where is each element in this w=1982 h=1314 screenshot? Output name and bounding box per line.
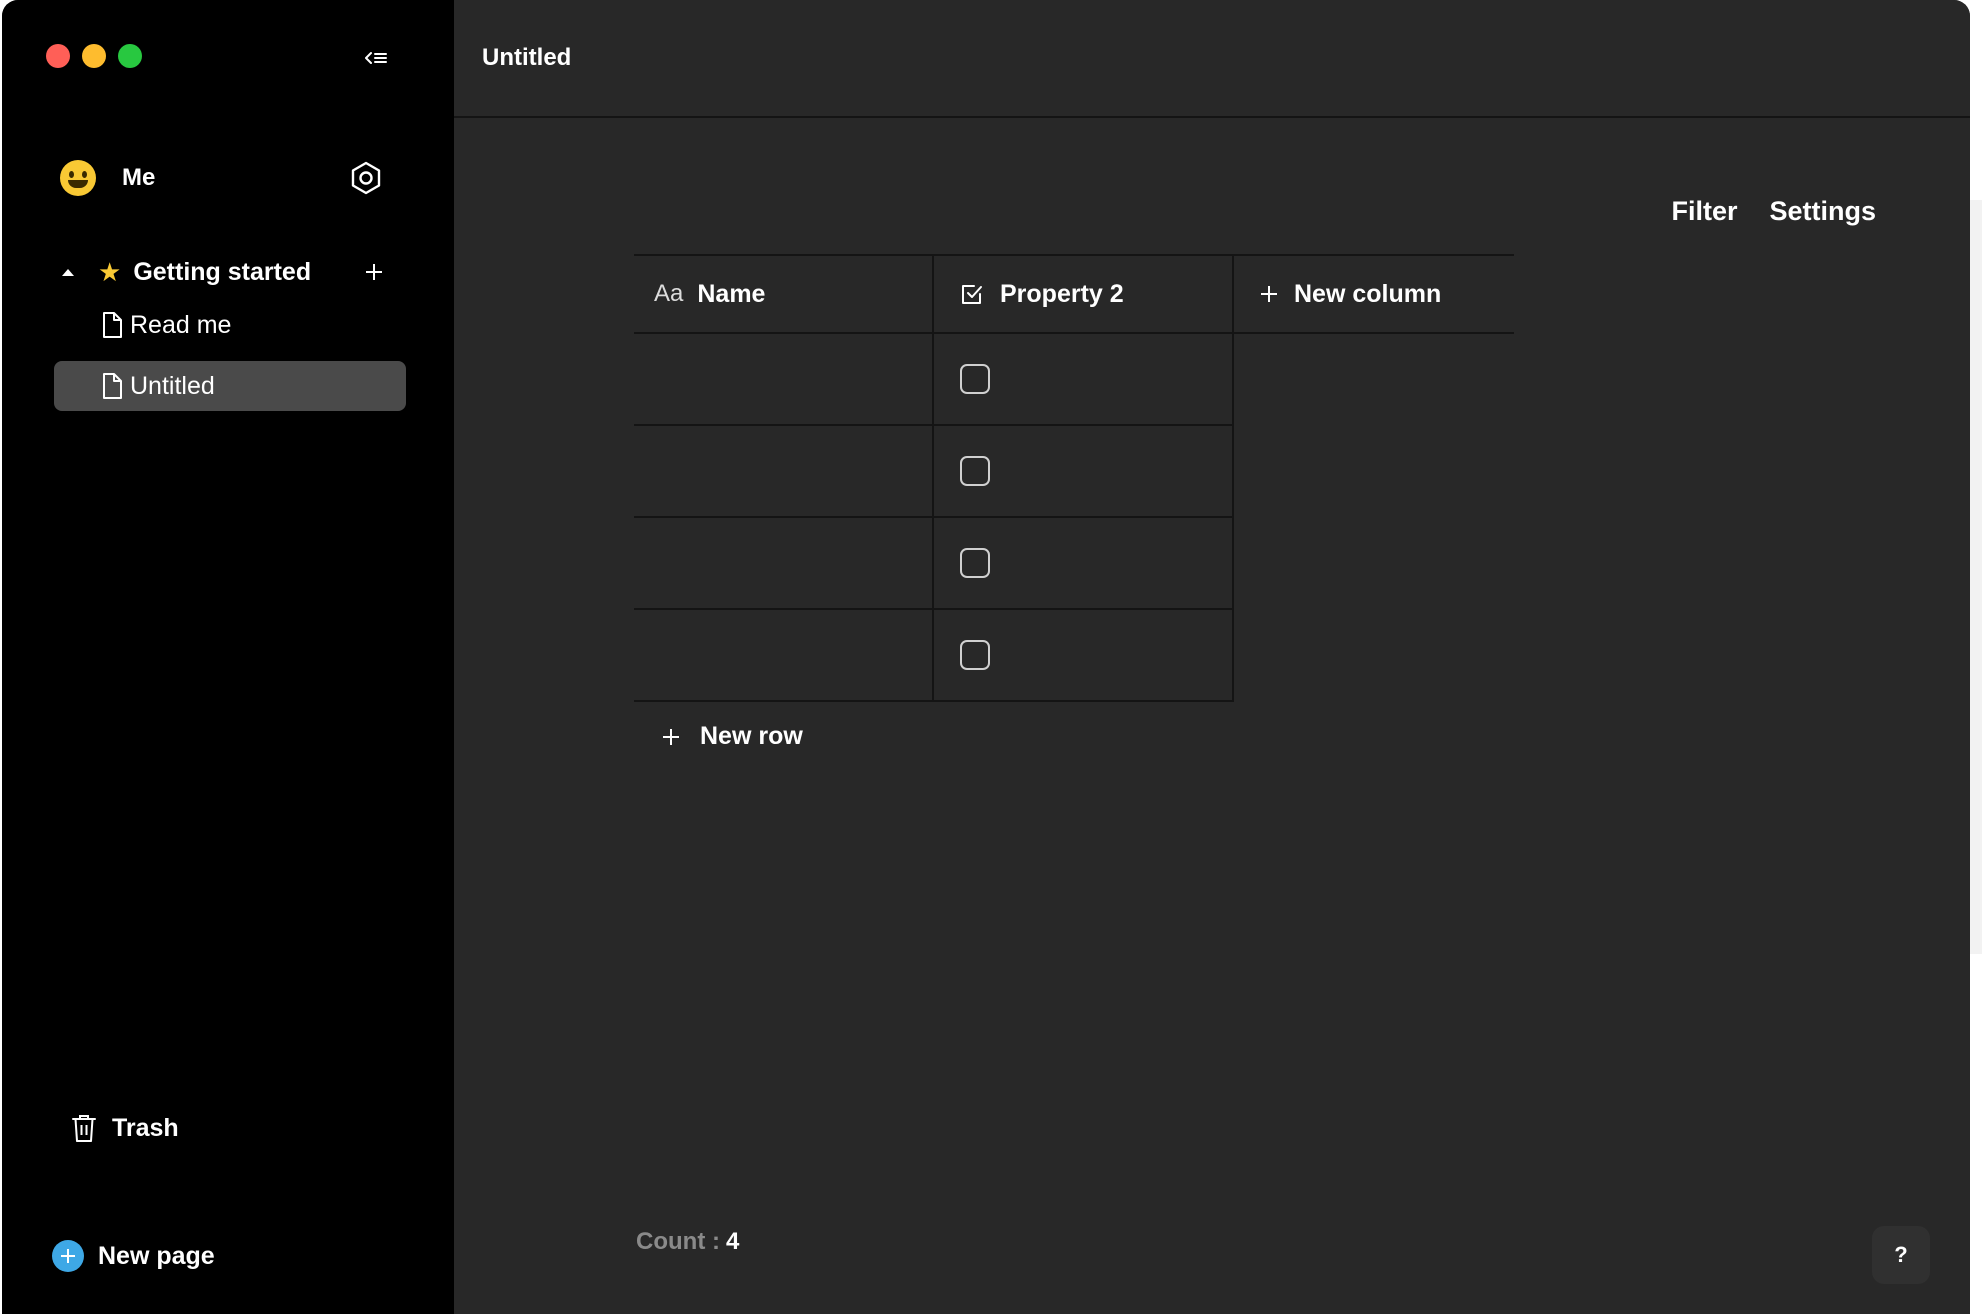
table-row [634,334,1234,426]
gear-icon [351,161,381,195]
view-settings-button[interactable]: Settings [1769,196,1876,227]
plus-icon [663,728,679,745]
new-column-button[interactable]: New column [1234,256,1514,332]
view-actions: Filter Settings [1671,196,1876,227]
help-button[interactable]: ? [1872,1226,1930,1284]
add-page-button[interactable] [360,258,388,286]
name-cell[interactable] [634,334,934,424]
filter-button[interactable]: Filter [1671,196,1737,227]
collapse-sidebar-button[interactable] [360,44,392,72]
plus-icon [1260,285,1278,303]
table-row [634,518,1234,610]
checkbox[interactable] [960,640,990,670]
checkbox[interactable] [960,364,990,394]
name-cell[interactable] [634,610,934,700]
table-row [634,426,1234,518]
new-page-label: New page [98,1241,215,1270]
column-header-label: Property 2 [1000,279,1124,308]
row-count: Count :4 [636,1228,739,1256]
sidebar-item-label: Read me [130,310,232,339]
plus-circle-icon [52,1240,84,1272]
text-type-icon: Aa [654,280,684,307]
star-icon: ★ [98,257,122,287]
document-icon [102,312,122,338]
property-2-cell [934,426,1234,516]
count-label: Count : [636,1228,720,1255]
property-2-cell [934,518,1234,608]
checkbox-type-icon [960,282,984,306]
new-row-button[interactable]: New row [662,722,1514,751]
grid-header: Aa Name Property 2 New column [634,254,1514,334]
minimize-window-button[interactable] [82,44,106,68]
close-window-button[interactable] [46,44,70,68]
checkbox[interactable] [960,456,990,486]
user-name: Me [122,164,156,191]
table-row [634,610,1234,702]
column-header-label: Name [697,279,766,308]
page-title: Untitled [482,44,572,71]
data-grid: Aa Name Property 2 New column New row [634,254,1514,751]
background-window-edge [1968,200,1982,954]
new-row-label: New row [700,722,803,750]
count-value: 4 [725,1228,740,1255]
sidebar-item-label: Untitled [130,371,215,400]
trash-icon [72,1115,96,1142]
caret-up-icon[interactable] [62,268,74,276]
collapse-sidebar-icon [365,52,387,64]
maximize-window-button[interactable] [118,44,142,68]
plus-icon [366,264,382,280]
settings-button[interactable] [346,158,386,198]
name-cell[interactable] [634,426,934,516]
document-icon [102,373,122,399]
top-bar: Untitled [454,0,1970,118]
sidebar-item-untitled[interactable]: Untitled [54,361,406,411]
app-window: Me ★ Getting started Read me Untitled Tr… [2,0,1970,1314]
checkbox[interactable] [960,548,990,578]
sidebar-item-read-me[interactable]: Read me [54,300,406,350]
sidebar-item-trash[interactable]: Trash [72,1110,179,1146]
property-2-cell [934,334,1234,424]
user-profile-row[interactable]: Me [60,158,386,198]
sidebar-group-getting-started[interactable]: ★ Getting started [62,252,388,292]
main-content: Untitled Filter Settings Aa Name Propert… [454,0,1970,1314]
sidebar: Me ★ Getting started Read me Untitled Tr… [2,0,454,1314]
trash-label: Trash [112,1113,179,1142]
name-cell[interactable] [634,518,934,608]
column-header-property-2[interactable]: Property 2 [934,256,1234,332]
sidebar-group-label: Getting started [133,257,312,286]
new-page-button[interactable]: New page [52,1238,215,1274]
column-header-name[interactable]: Aa Name [634,256,934,332]
grinning-face-icon [60,160,96,196]
new-column-label: New column [1294,279,1442,308]
property-2-cell [934,610,1234,700]
